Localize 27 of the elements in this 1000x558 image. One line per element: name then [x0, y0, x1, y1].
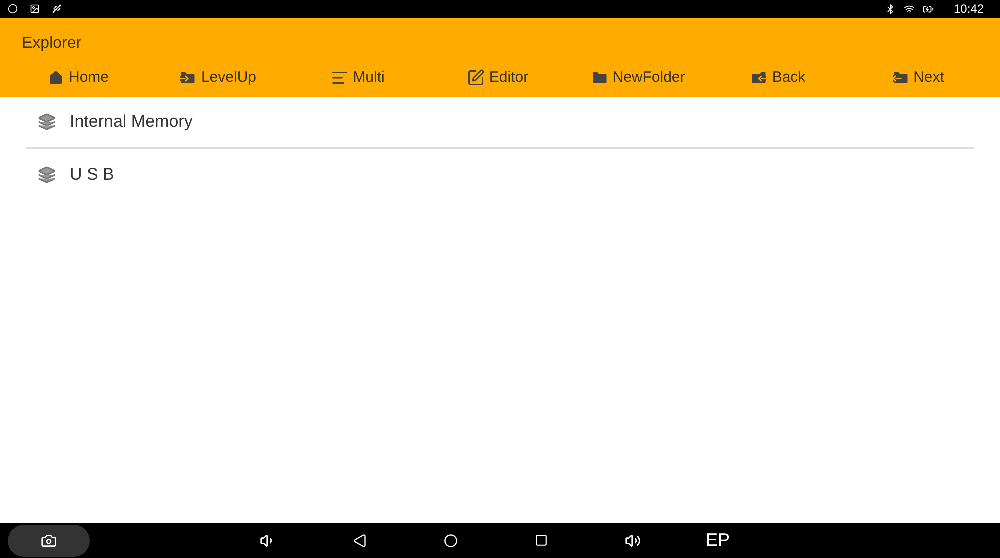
wifi-icon: [904, 4, 915, 14]
back-icon[interactable]: [353, 534, 367, 548]
toolbar-button[interactable]: NewFolder: [568, 66, 708, 89]
battery-icon: [922, 4, 934, 14]
volume-up-icon[interactable]: [625, 532, 641, 548]
recents-icon[interactable]: [535, 534, 548, 547]
home-icon[interactable]: [444, 534, 458, 548]
clock: 10:42: [954, 1, 984, 18]
toolbar-button[interactable]: Next: [848, 66, 988, 89]
image-icon: [30, 4, 40, 14]
screenshot-button[interactable]: [8, 524, 90, 556]
toolbar-button[interactable]: Multi: [288, 66, 428, 89]
edit-icon: [467, 68, 486, 87]
layers-icon: [38, 166, 56, 184]
bluetooth-icon: [884, 4, 896, 14]
storage-item[interactable]: Internal Memory: [26, 97, 974, 149]
usb-icon: [52, 4, 62, 14]
toolbar-button[interactable]: LevelUp: [148, 66, 288, 89]
toolbar-button[interactable]: Home: [8, 66, 148, 89]
camera-icon: [41, 532, 57, 548]
ep-label[interactable]: EP: [706, 527, 730, 554]
toolbar-button[interactable]: Back: [708, 66, 848, 89]
toolbar-button[interactable]: Editor: [428, 66, 568, 89]
status-icon: [8, 4, 18, 14]
app-title: Explorer: [22, 34, 83, 54]
layers-icon: [38, 113, 56, 131]
storage-item[interactable]: U S B: [26, 149, 974, 201]
